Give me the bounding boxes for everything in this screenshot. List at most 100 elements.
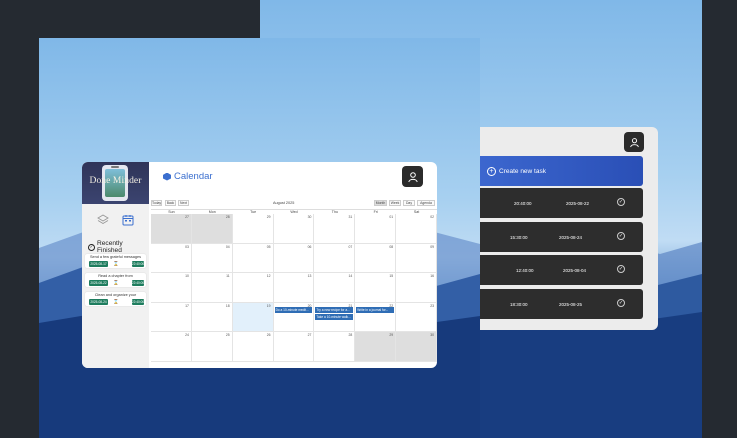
day-number: 15 bbox=[389, 274, 394, 279]
task-row[interactable]: 18:30:00 2025-08-25 ✓ bbox=[479, 289, 643, 319]
day-cell[interactable]: 15 bbox=[355, 273, 397, 303]
day-number: 14 bbox=[348, 274, 353, 279]
back-button[interactable]: Back bbox=[165, 200, 176, 206]
task-date: 2025-08-22 bbox=[566, 201, 590, 206]
complete-task-icon[interactable]: ✓ bbox=[617, 299, 625, 307]
logo-text: Done Minder bbox=[89, 176, 142, 186]
day-number: 17 bbox=[185, 303, 189, 308]
day-cell[interactable]: 30 bbox=[396, 332, 437, 362]
day-cell[interactable]: 03 bbox=[151, 243, 192, 274]
day-cell[interactable]: 24 bbox=[151, 332, 192, 362]
day-cell[interactable]: 17 bbox=[151, 302, 192, 333]
next-button[interactable]: Next bbox=[178, 200, 189, 206]
recently-finished-heading: ✓ Recently Finished bbox=[88, 240, 149, 254]
day-cell[interactable]: 14 bbox=[314, 273, 356, 303]
hourglass-icon: ⌛ bbox=[113, 261, 119, 266]
day-number: 30 bbox=[430, 333, 434, 338]
day-number: 24 bbox=[185, 333, 189, 338]
day-cell[interactable]: 29 bbox=[232, 214, 274, 244]
today-button[interactable]: Today bbox=[151, 200, 162, 206]
month-view-button[interactable]: Month bbox=[374, 200, 387, 206]
layers-icon[interactable] bbox=[96, 214, 109, 226]
user-icon bbox=[629, 137, 639, 147]
day-cell[interactable]: 19 bbox=[232, 302, 274, 333]
day-number: 18 bbox=[225, 303, 230, 308]
day-cell[interactable]: 06 bbox=[273, 243, 315, 274]
day-cell[interactable]: 21 Try a new recipe for a... Take a 10-min… bbox=[314, 302, 356, 333]
calendar-event[interactable]: Do a 10-minute medit... bbox=[274, 306, 313, 313]
day-cell[interactable]: 22 Write in a journal for... bbox=[355, 302, 397, 333]
day-cell[interactable]: 28 bbox=[314, 332, 356, 362]
calendar-event[interactable]: Take a 10-minute walk... bbox=[315, 313, 354, 320]
finished-task-card[interactable]: Send a few grateful messages 2025-08-17 … bbox=[85, 254, 146, 268]
day-number: 26 bbox=[266, 333, 271, 338]
profile-button[interactable] bbox=[624, 132, 644, 152]
page-title: Calendar bbox=[163, 171, 213, 182]
day-cell[interactable]: 07 bbox=[314, 243, 356, 274]
calendar-icon[interactable] bbox=[122, 214, 134, 226]
day-cell[interactable]: 23 bbox=[396, 302, 437, 333]
profile-button[interactable] bbox=[402, 166, 423, 187]
task-date: 2025-08-04 bbox=[563, 268, 587, 273]
day-number: 28 bbox=[348, 333, 353, 338]
finished-task-card[interactable]: Clean and organize your 2025-08-24 ⌛ 22:… bbox=[85, 292, 146, 306]
app-logo: Done Minder bbox=[82, 162, 149, 204]
complete-task-icon[interactable]: ✓ bbox=[617, 232, 625, 240]
complete-task-icon[interactable]: ✓ bbox=[617, 265, 625, 273]
day-cell[interactable]: 08 bbox=[355, 243, 397, 274]
day-cell[interactable]: 30 bbox=[273, 214, 315, 244]
day-cell[interactable]: 25 bbox=[191, 332, 233, 362]
agenda-view-button[interactable]: Agenda bbox=[417, 200, 435, 206]
task-row[interactable]: 15:30:00 2025-08-24 ✓ bbox=[479, 222, 643, 252]
current-month: August 2025 bbox=[273, 201, 295, 205]
task-date: 2025-08-25 bbox=[559, 302, 583, 307]
day-number: 28 bbox=[225, 215, 230, 219]
task-time: 12:40:00 bbox=[516, 268, 534, 273]
task-row[interactable]: 20:40:00 2025-08-22 ✓ bbox=[479, 188, 643, 218]
day-cell[interactable]: 28 bbox=[191, 214, 233, 244]
day-cell[interactable]: 05 bbox=[232, 243, 274, 274]
day-cell[interactable]: 13 bbox=[273, 273, 315, 303]
day-cell[interactable]: 31 bbox=[314, 214, 356, 244]
calendar-app: Done Minder ✓ Recently Finished Send a f… bbox=[82, 162, 437, 368]
page-title-text: Calendar bbox=[174, 171, 213, 182]
day-number: 25 bbox=[225, 333, 230, 338]
day-number: 27 bbox=[185, 215, 189, 219]
day-cell[interactable]: 11 bbox=[191, 273, 233, 303]
hourglass-icon: ⌛ bbox=[113, 299, 119, 304]
day-number: 13 bbox=[307, 274, 312, 279]
user-icon bbox=[407, 171, 418, 182]
calendar-logo-icon bbox=[163, 172, 171, 181]
calendar-event[interactable]: Try a new recipe for a... bbox=[315, 306, 354, 313]
day-number: 07 bbox=[348, 244, 353, 249]
day-cell[interactable]: 10 bbox=[151, 273, 192, 303]
day-cell[interactable]: 01 bbox=[355, 214, 397, 244]
day-view-button[interactable]: Day bbox=[403, 200, 415, 206]
day-number: 19 bbox=[266, 303, 271, 308]
day-cell[interactable]: 26 bbox=[232, 332, 274, 362]
day-cell[interactable]: 20 Do a 10-minute medit... bbox=[273, 302, 315, 333]
day-cell[interactable]: 04 bbox=[191, 243, 233, 274]
day-number: 04 bbox=[225, 244, 230, 249]
calendar-event[interactable]: Write in a journal for... bbox=[356, 306, 395, 313]
week-view-button[interactable]: Week bbox=[389, 200, 401, 206]
day-cell[interactable]: 29 bbox=[355, 332, 397, 362]
day-cell[interactable]: 18 bbox=[191, 302, 233, 333]
day-number: 29 bbox=[266, 215, 271, 219]
day-cell[interactable]: 12 bbox=[232, 273, 274, 303]
task-row[interactable]: 12:40:00 2025-08-04 ✓ bbox=[479, 255, 643, 285]
day-cell[interactable]: 27 bbox=[151, 214, 192, 244]
finished-time-badge: 22:40:00 bbox=[131, 299, 145, 305]
finished-task-card[interactable]: Read a chapter from 2025-08-22 ⌛ 22:40:0… bbox=[85, 273, 146, 287]
day-cell[interactable]: 16 bbox=[396, 273, 437, 303]
day-number: 03 bbox=[185, 244, 189, 249]
create-task-button[interactable]: + Create new task bbox=[479, 156, 643, 186]
complete-task-icon[interactable]: ✓ bbox=[617, 198, 625, 206]
day-number: 23 bbox=[430, 303, 434, 308]
day-cell[interactable]: 09 bbox=[396, 243, 437, 274]
day-number: 01 bbox=[389, 215, 394, 219]
recently-finished-label: Recently Finished bbox=[96, 240, 123, 254]
day-cell[interactable]: 27 bbox=[273, 332, 315, 362]
day-cell[interactable]: 02 bbox=[396, 214, 437, 244]
finished-date-badge: 2025-08-22 bbox=[89, 280, 108, 286]
